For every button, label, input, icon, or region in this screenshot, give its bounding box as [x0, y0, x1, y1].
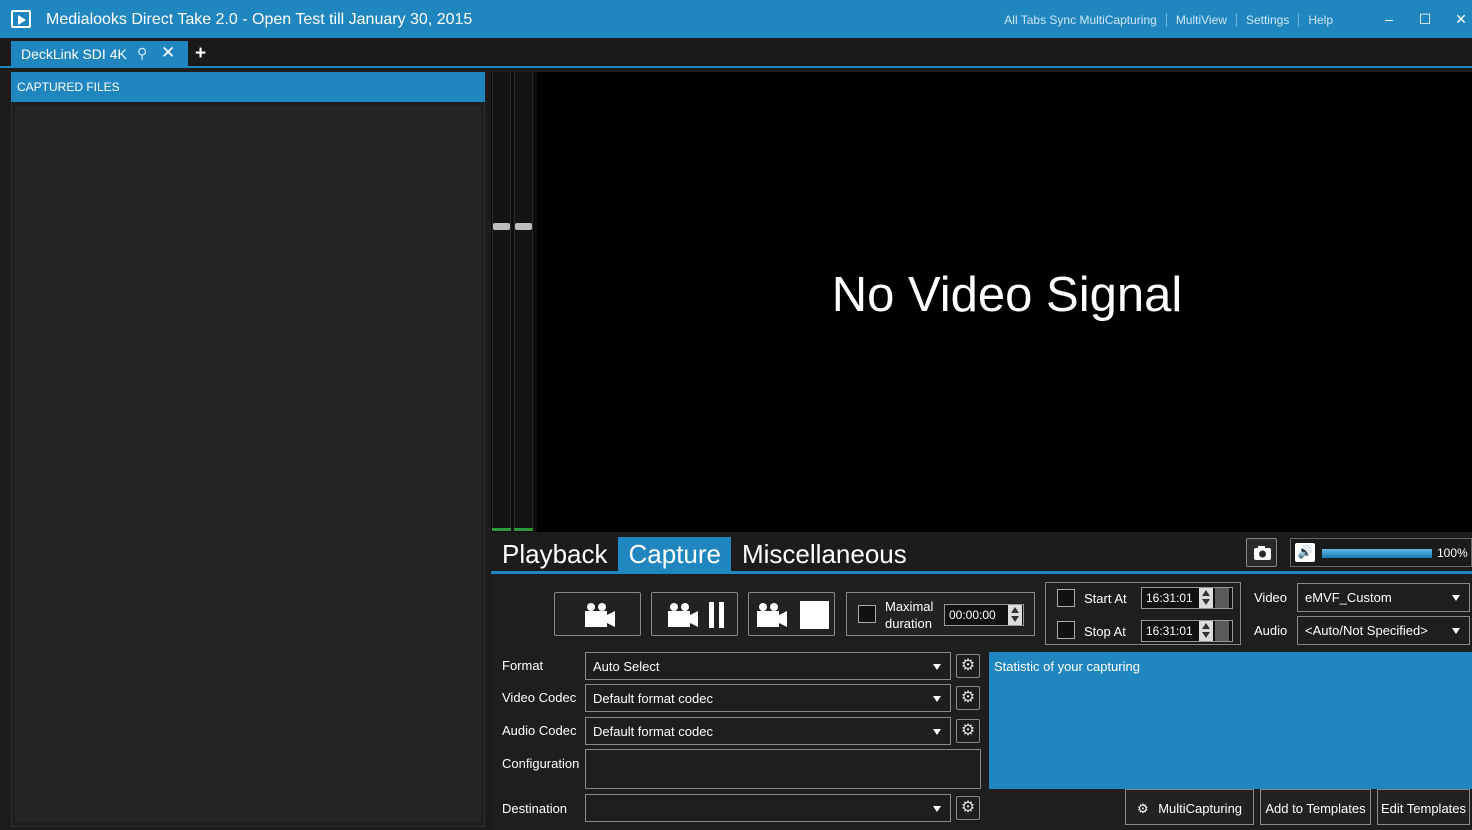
add-to-templates-button[interactable]: Add to Templates [1260, 789, 1371, 825]
video-codec-value: Default format codec [593, 691, 713, 706]
stop-at-label: Stop At [1084, 624, 1126, 639]
tab-capture[interactable]: Capture [617, 537, 731, 572]
meter-handle-right[interactable] [515, 223, 532, 230]
video-preset-select[interactable]: eMVF_Custom [1297, 583, 1470, 612]
window-title: Medialooks Direct Take 2.0 - Open Test t… [46, 11, 473, 28]
destination-label: Destination [502, 801, 568, 816]
menu-multiview[interactable]: MultiView [1165, 13, 1236, 27]
video-codec-label: Video Codec [502, 690, 577, 705]
format-select[interactable]: Auto Select [585, 652, 951, 680]
add-tab-icon[interactable]: + [195, 43, 206, 65]
configuration-field[interactable] [585, 749, 981, 789]
video-codec-gear-icon[interactable]: ⚙ [956, 686, 980, 710]
max-duration-spinner[interactable] [1008, 605, 1022, 625]
meter-level-right [514, 528, 533, 531]
pin-icon[interactable]: ⚲ [137, 45, 147, 62]
chevron-down-icon [933, 664, 941, 670]
stop-at-checkbox[interactable] [1057, 621, 1075, 639]
destination-gear-icon[interactable]: ⚙ [956, 796, 980, 820]
start-at-checkbox[interactable] [1057, 589, 1075, 607]
start-at-spinner[interactable] [1199, 588, 1213, 608]
tab-strip [0, 38, 1472, 68]
schedule-group: Start At 16:31:01 Stop At 16:31:01 [1045, 582, 1241, 645]
destination-select[interactable] [585, 794, 951, 822]
format-settings-gear-icon[interactable]: ⚙ [956, 654, 980, 678]
multicapturing-button[interactable]: ⚙ MultiCapturing [1125, 789, 1254, 825]
video-camera-icon [585, 603, 615, 627]
menu-all-tabs-sync[interactable]: All Tabs Sync MultiCapturing [995, 13, 1166, 27]
meter-level-left [492, 528, 511, 531]
camera-stop-icon [757, 601, 829, 629]
camera-pause-icon [668, 602, 724, 628]
format-label: Format [502, 658, 544, 673]
menu-help[interactable]: Help [1298, 13, 1342, 27]
camera-icon [1254, 546, 1271, 560]
tab-label: DeckLink SDI 4K [21, 46, 127, 62]
snapshot-button[interactable] [1246, 538, 1277, 567]
format-value: Auto Select [593, 659, 660, 674]
max-duration-group: Maximal duration 00:00:00 [846, 592, 1035, 636]
tab-decklink[interactable]: DeckLink SDI 4K ⚲ ✕ [11, 41, 188, 68]
stop-at-spinner[interactable] [1199, 621, 1213, 641]
record-button[interactable] [554, 592, 641, 636]
edit-templates-button[interactable]: Edit Templates [1377, 789, 1470, 825]
chevron-down-icon [1452, 628, 1460, 634]
configuration-label: Configuration [502, 756, 580, 771]
close-icon[interactable]: ✕ [1450, 10, 1472, 28]
pause-button[interactable] [651, 592, 738, 636]
volume-level: 100% [1437, 546, 1468, 560]
volume-control[interactable]: 🔊 100% [1290, 538, 1472, 567]
audio-codec-select[interactable]: Default format codec [585, 717, 951, 745]
start-at-label: Start At [1084, 591, 1127, 606]
captured-files-list[interactable] [15, 106, 481, 822]
stop-at-dropdown[interactable] [1215, 621, 1229, 641]
no-signal-message: No Video Signal [831, 268, 1183, 322]
audio-preset-label: Audio [1254, 623, 1288, 638]
video-codec-select[interactable]: Default format codec [585, 684, 951, 712]
multicapturing-icon: ⚙ [1136, 801, 1149, 816]
audio-codec-gear-icon[interactable]: ⚙ [956, 719, 980, 743]
chevron-down-icon [1452, 595, 1460, 601]
capture-statistics: Statistic of your capturing [989, 652, 1472, 789]
multicapturing-label: MultiCapturing [1158, 801, 1243, 816]
audio-codec-label: Audio Codec [502, 723, 577, 738]
max-duration-label-2: duration [885, 616, 932, 631]
chevron-down-icon [933, 806, 941, 812]
audio-preset-value: <Auto/Not Specified> [1305, 623, 1428, 638]
statistics-text: Statistic of your capturing [994, 659, 1140, 674]
captured-files-header: CAPTURED FILES [11, 72, 485, 102]
tab-miscellaneous[interactable]: Miscellaneous [731, 537, 917, 572]
speaker-icon[interactable]: 🔊 [1295, 543, 1315, 562]
meter-handle-left[interactable] [493, 223, 510, 230]
minimize-icon[interactable]: ‒ [1378, 10, 1400, 28]
volume-slider[interactable] [1322, 549, 1432, 558]
audio-codec-value: Default format codec [593, 724, 713, 739]
video-preset-value: eMVF_Custom [1305, 590, 1392, 605]
video-preview[interactable]: No Video Signal [537, 72, 1472, 532]
audio-preset-select[interactable]: <Auto/Not Specified> [1297, 616, 1470, 645]
app-logo-icon [11, 10, 31, 28]
max-duration-label-1: Maximal [885, 599, 934, 614]
tab-close-icon[interactable]: ✕ [161, 43, 175, 63]
video-preset-label: Video [1254, 590, 1288, 605]
start-at-dropdown[interactable] [1215, 588, 1229, 608]
chevron-down-icon [933, 696, 941, 702]
max-duration-checkbox[interactable] [858, 605, 876, 623]
chevron-down-icon [933, 729, 941, 735]
captured-files-title: CAPTURED FILES [17, 80, 120, 94]
maximize-icon[interactable]: ☐ [1414, 10, 1436, 28]
top-menu: All Tabs Sync MultiCapturing MultiView S… [995, 13, 1342, 27]
mode-tabs: Playback Capture Miscellaneous [491, 537, 917, 572]
stop-button[interactable] [748, 592, 835, 636]
menu-settings[interactable]: Settings [1235, 13, 1298, 27]
audio-meter-right[interactable] [514, 72, 533, 530]
audio-meter-left[interactable] [492, 72, 511, 530]
tab-playback[interactable]: Playback [491, 537, 618, 572]
